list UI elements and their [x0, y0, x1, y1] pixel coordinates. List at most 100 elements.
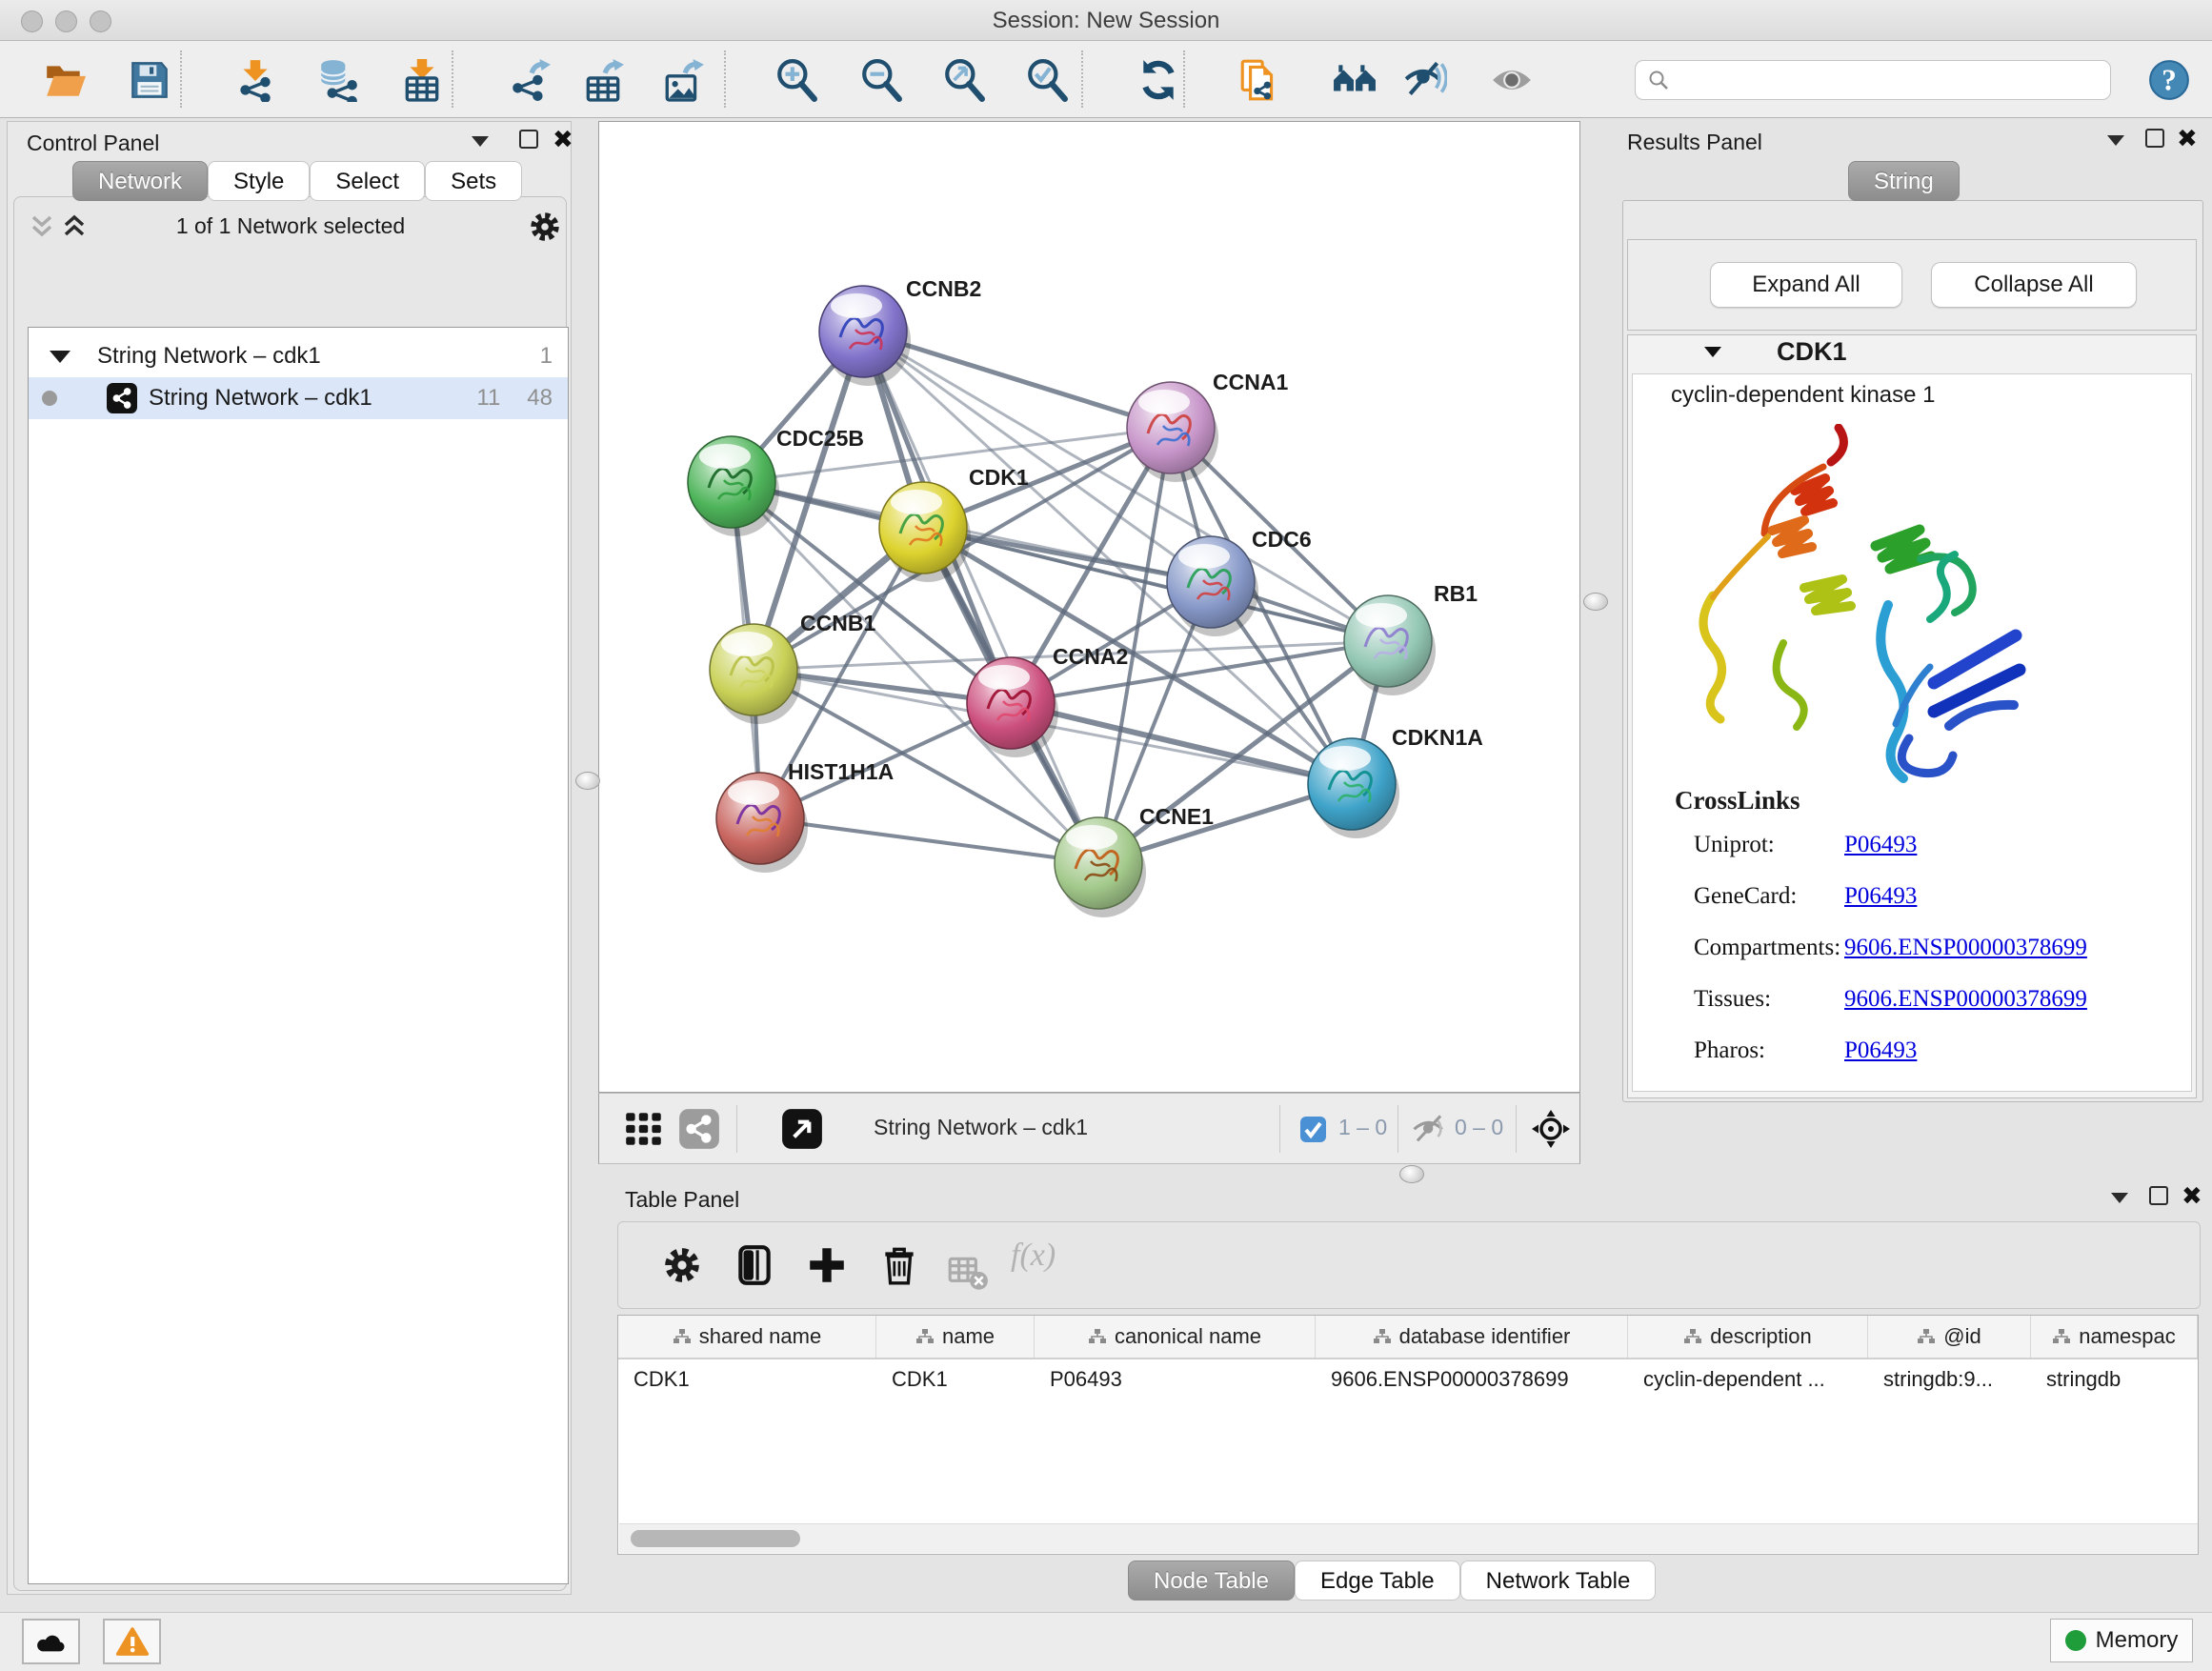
column-header-description[interactable]: description: [1628, 1316, 1868, 1358]
table-cell[interactable]: CDK1: [876, 1359, 1035, 1399]
column-sort-icon[interactable]: [915, 1327, 935, 1346]
gene-expander-icon[interactable]: [1704, 347, 1721, 357]
zoom-fit-icon[interactable]: [942, 58, 986, 102]
table-cell[interactable]: CDK1: [618, 1359, 876, 1399]
panel-close-icon[interactable]: ✖: [2182, 1188, 2202, 1203]
zoom-in-icon[interactable]: [774, 58, 818, 102]
tab-sets[interactable]: Sets: [425, 161, 522, 201]
column-header-namespac[interactable]: namespac: [2031, 1316, 2198, 1358]
table-gear-icon[interactable]: [660, 1243, 704, 1287]
help-icon[interactable]: ?: [2147, 58, 2191, 102]
save-session-icon[interactable]: [128, 58, 171, 102]
memory-button[interactable]: Memory: [2050, 1619, 2193, 1662]
column-sort-icon[interactable]: [1683, 1327, 1702, 1346]
expand-all-button[interactable]: Expand All: [1710, 262, 1902, 308]
column-header-name[interactable]: name: [876, 1316, 1035, 1358]
fit-selected-crosshair-icon[interactable]: [1531, 1109, 1571, 1149]
search-input[interactable]: [1670, 68, 2110, 92]
crosslink-link[interactable]: P06493: [1844, 883, 1917, 910]
network-row-selected[interactable]: String Network – cdk1 11 48: [29, 377, 568, 419]
network-options-gear-icon[interactable]: [527, 209, 563, 245]
node-cdc25b[interactable]: [688, 436, 779, 536]
table-row[interactable]: CDK1CDK1P064939606.ENSP00000378699cyclin…: [618, 1359, 2198, 1399]
birds-eye-grid-icon[interactable]: [622, 1107, 666, 1151]
column-sort-icon[interactable]: [1917, 1327, 1936, 1346]
column-header-shared-name[interactable]: shared name: [618, 1316, 876, 1358]
edge-ccna2-cdkn1a[interactable]: [1011, 703, 1352, 784]
expand-all-networks-icon[interactable]: [60, 212, 89, 241]
network-collection-row[interactable]: String Network – cdk1 1: [29, 335, 568, 377]
node-hist1h1a[interactable]: [716, 773, 808, 873]
hide-selected-icon[interactable]: [1403, 58, 1447, 102]
node-cdc6[interactable]: [1167, 536, 1258, 636]
panel-float-icon[interactable]: [519, 130, 538, 149]
column-header-database-identifier[interactable]: database identifier: [1316, 1316, 1628, 1358]
node-ccne1[interactable]: [1055, 817, 1146, 917]
collection-expander-icon[interactable]: [50, 351, 70, 363]
table-cell[interactable]: stringdb: [2031, 1359, 2198, 1399]
table-cell[interactable]: stringdb:9...: [1868, 1359, 2031, 1399]
tab-network-table[interactable]: Network Table: [1460, 1560, 1657, 1601]
import-network-database-icon[interactable]: [316, 58, 360, 102]
panel-menu-icon[interactable]: [472, 136, 489, 147]
horizontal-scrollbar[interactable]: [619, 1523, 2199, 1553]
show-columns-icon[interactable]: [733, 1243, 776, 1287]
table-cell[interactable]: P06493: [1035, 1359, 1316, 1399]
vertical-splitter-handle-left[interactable]: [575, 772, 600, 790]
edge-ccnb2-ccne1[interactable]: [863, 332, 1098, 863]
column-sort-icon[interactable]: [2052, 1327, 2071, 1346]
selected-checkbox-icon[interactable]: [1300, 1117, 1326, 1142]
gene-section-header[interactable]: CDK1: [1628, 335, 2196, 373]
tab-string[interactable]: String: [1848, 161, 1960, 201]
export-table-icon[interactable]: [581, 58, 625, 102]
crosslink-link[interactable]: P06493: [1844, 832, 1917, 858]
collapse-all-button[interactable]: Collapse All: [1931, 262, 2137, 308]
crosslink-link[interactable]: 9606.ENSP00000378699: [1844, 935, 2087, 961]
first-neighbors-icon[interactable]: [1333, 58, 1377, 102]
tab-node-table[interactable]: Node Table: [1128, 1560, 1295, 1601]
network-canvas[interactable]: CCNB2CCNA1CDC25BCDK1CDC6RB1CCNB1CCNA2CDK…: [598, 121, 1580, 1093]
panel-float-icon[interactable]: [2149, 1186, 2168, 1205]
network-share-badge-icon[interactable]: [677, 1107, 721, 1151]
zoom-out-icon[interactable]: [859, 58, 903, 102]
node-cdkn1a[interactable]: [1308, 738, 1399, 838]
delete-column-trash-icon[interactable]: [877, 1243, 921, 1287]
new-network-from-selection-icon[interactable]: [1237, 58, 1281, 102]
show-all-icon[interactable]: [1490, 58, 1534, 102]
create-column-plus-icon[interactable]: [805, 1243, 849, 1287]
scrollbar-thumb[interactable]: [631, 1530, 800, 1547]
column-header-canonical-name[interactable]: canonical name: [1035, 1316, 1316, 1358]
node-rb1[interactable]: [1344, 595, 1436, 695]
tab-select[interactable]: Select: [310, 161, 425, 201]
zoom-selected-icon[interactable]: [1025, 58, 1069, 102]
open-in-window-icon[interactable]: [780, 1107, 824, 1151]
panel-menu-icon[interactable]: [2107, 135, 2124, 146]
table-cell[interactable]: cyclin-dependent ...: [1628, 1359, 1868, 1399]
panel-menu-icon[interactable]: [2111, 1193, 2128, 1203]
export-image-icon[interactable]: [661, 58, 705, 102]
import-network-file-icon[interactable]: [233, 58, 277, 102]
search-box[interactable]: [1635, 60, 2111, 100]
panel-close-icon[interactable]: ✖: [2177, 131, 2198, 146]
node-table[interactable]: shared name name canonical name database…: [617, 1315, 2199, 1555]
refresh-layout-icon[interactable]: [1136, 58, 1180, 102]
edge-hist1h1a-ccne1[interactable]: [760, 818, 1098, 863]
panel-float-icon[interactable]: [2145, 129, 2164, 148]
crosslink-link[interactable]: P06493: [1844, 1037, 1917, 1064]
panel-close-icon[interactable]: ✖: [553, 131, 573, 147]
import-table-icon[interactable]: [400, 58, 444, 102]
tab-edge-table[interactable]: Edge Table: [1295, 1560, 1460, 1601]
node-cdk1[interactable]: [879, 482, 971, 582]
tab-network[interactable]: Network: [72, 161, 208, 201]
column-sort-icon[interactable]: [673, 1327, 692, 1346]
cloud-button[interactable]: [22, 1619, 80, 1664]
tab-style[interactable]: Style: [208, 161, 310, 201]
collapse-all-networks-icon[interactable]: [28, 212, 56, 241]
column-sort-icon[interactable]: [1373, 1327, 1392, 1346]
table-cell[interactable]: 9606.ENSP00000378699: [1316, 1359, 1628, 1399]
open-session-icon[interactable]: [43, 58, 87, 102]
crosslink-link[interactable]: 9606.ENSP00000378699: [1844, 986, 2087, 1013]
edge-cdc25b-cdc6[interactable]: [732, 482, 1211, 582]
node-ccnb2[interactable]: [819, 286, 911, 386]
warning-button[interactable]: [103, 1619, 161, 1664]
